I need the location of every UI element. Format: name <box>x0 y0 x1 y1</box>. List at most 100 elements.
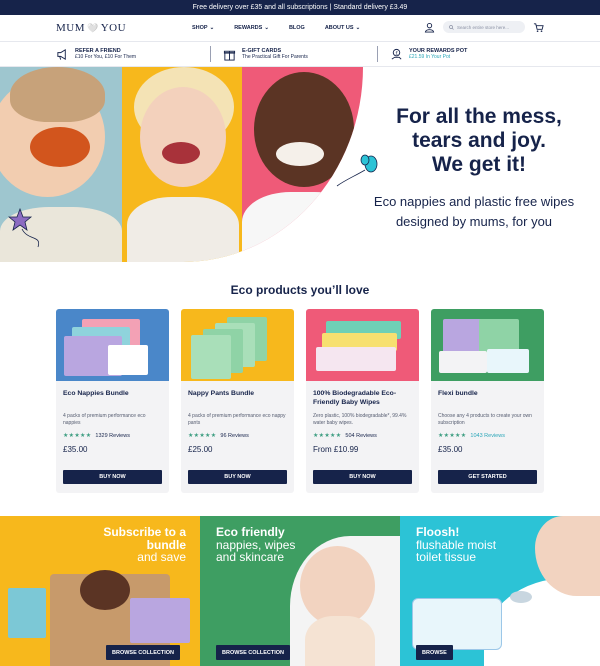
banner-eco-friendly[interactable]: Eco friendly nappies, wipes and skincare… <box>200 516 400 666</box>
products-section-title: Eco products you’ll love <box>230 283 370 297</box>
product-description: Choose any 4 products to create your own… <box>438 413 532 426</box>
product-price: From £10.99 <box>313 445 359 454</box>
buy-now-button[interactable]: BUY NOW <box>63 470 162 484</box>
product-rating[interactable]: ★★★★★ 1329 Reviews <box>63 432 162 440</box>
product-card[interactable]: Eco Nappies Bundle 4 packs of premium pe… <box>56 309 169 493</box>
banner-floosh[interactable]: Floosh! flushable moist toilet tissue BR… <box>400 516 600 666</box>
product-card[interactable]: Flexi bundle Choose any 4 products to cr… <box>431 309 544 493</box>
star-rating-icon: ★★★★★ <box>438 433 467 439</box>
logo[interactable]: MUM 🤍 YOU <box>56 22 176 34</box>
product-name[interactable]: Flexi bundle <box>438 390 537 411</box>
svg-text:£: £ <box>395 50 398 56</box>
nav-item-rewards[interactable]: REWARDS ⌄ <box>234 25 269 31</box>
nav-item-label: REWARDS <box>234 25 263 31</box>
hero-photo-child-2 <box>122 67 242 262</box>
banner-heading-line: Subscribe to a <box>103 525 186 539</box>
product-description: 4 packs of premium performance eco nappy… <box>188 413 286 426</box>
product-card[interactable]: 100% Biodegradable Eco-Friendly Baby Wip… <box>306 309 419 493</box>
product-name[interactable]: 100% Biodegradable Eco-Friendly Baby Wip… <box>313 390 412 411</box>
logo-heart-icon: 🤍 <box>87 22 99 33</box>
cart-icon[interactable] <box>533 22 544 33</box>
product-name[interactable]: Eco Nappies Bundle <box>63 390 162 411</box>
search-placeholder: Search entire store here... <box>457 24 510 30</box>
banner-heading-line: Eco friendly <box>216 525 285 539</box>
banner-heading-line: Floosh! <box>416 525 460 539</box>
promo-subtitle: £21.59 In Your Pot <box>409 54 451 60</box>
product-card[interactable]: Nappy Pants Bundle 4 packs of premium pe… <box>181 309 294 493</box>
review-count: 1043 Reviews <box>470 432 505 439</box>
review-count: 1329 Reviews <box>95 432 130 439</box>
banner-image-pack <box>8 588 46 638</box>
banner-image-flush-button <box>510 591 532 603</box>
promo-subtitle: £10 For You, £10 For Them <box>75 54 137 60</box>
banner-heading: Subscribe to a bundle and save <box>98 526 186 564</box>
hero-banner: For all the mess, tears and joy. We get … <box>0 67 600 262</box>
product-image <box>56 309 169 381</box>
nav-item-label: BLOG <box>288 25 305 31</box>
browse-button[interactable]: BROWSE <box>416 645 453 660</box>
product-name[interactable]: Nappy Pants Bundle <box>188 390 287 411</box>
banner-heading-line: toilet tissue <box>416 550 477 565</box>
product-price: £25.00 <box>188 445 213 454</box>
rewards-pot-icon: £ <box>391 48 402 60</box>
nav-menu: SHOP ⌄ REWARDS ⌄ BLOG ABOUT US ⌄ <box>192 25 360 31</box>
hero-heading-line: tears and joy. <box>412 129 546 153</box>
chevron-down-icon: ⌄ <box>209 25 215 31</box>
promo-e-gift-cards[interactable]: E-GIFT CARDS The Practical Gift For Paren… <box>211 46 378 62</box>
announcement-bar: Free delivery over £35 and all subscript… <box>0 0 600 15</box>
hero-heading: For all the mess, tears and joy. We get … <box>364 105 594 177</box>
promo-strip: REFER A FRIEND £10 For You, £10 For Them … <box>0 41 600 67</box>
buy-now-button[interactable]: BUY NOW <box>313 470 412 484</box>
collection-banners: Subscribe to a bundle and save BROWSE CO… <box>0 516 600 666</box>
banner-image-pack <box>130 598 190 643</box>
product-rating[interactable]: ★★★★★ 1043 Reviews <box>438 432 537 440</box>
product-image <box>431 309 544 381</box>
product-description: 4 packs of premium performance eco nappi… <box>63 413 146 426</box>
banner-image-child <box>80 570 130 610</box>
product-description: Zero plastic, 100% biodegradable*, 99.4%… <box>313 413 407 426</box>
banner-heading-line: and save <box>137 550 186 565</box>
hero-subheading-line: Eco nappies and plastic free wipes <box>373 194 575 209</box>
chevron-down-icon: ⌄ <box>355 25 361 31</box>
product-image <box>181 309 294 381</box>
product-rating[interactable]: ★★★★★ 96 Reviews <box>188 432 287 440</box>
banner-subscribe-bundle[interactable]: Subscribe to a bundle and save BROWSE CO… <box>0 516 200 666</box>
banner-image-pack <box>412 598 502 650</box>
banner-heading-line: and skincare <box>216 550 285 565</box>
promo-rewards-pot[interactable]: £ YOUR REWARDS POT £21.59 In Your Pot <box>378 46 544 62</box>
star-rating-icon: ★★★★★ <box>188 433 217 439</box>
product-image <box>306 309 419 381</box>
nav-item-label: SHOP <box>192 25 208 31</box>
search-input[interactable]: Search entire store here... <box>443 21 525 33</box>
nav-item-blog[interactable]: BLOG <box>289 25 305 31</box>
get-started-button[interactable]: GET STARTED <box>438 470 537 484</box>
nav-item-label: ABOUT US <box>324 25 354 31</box>
product-rating[interactable]: ★★★★★ 504 Reviews <box>313 432 412 440</box>
nav-item-about-us[interactable]: ABOUT US ⌄ <box>325 25 360 31</box>
nav-item-shop[interactable]: SHOP ⌄ <box>192 25 214 31</box>
banner-heading: Floosh! flushable moist toilet tissue <box>416 526 496 564</box>
product-price: £35.00 <box>438 445 463 454</box>
account-icon[interactable] <box>424 22 435 33</box>
chevron-down-icon: ⌄ <box>264 25 269 31</box>
main-nav: MUM 🤍 YOU SHOP ⌄ REWARDS ⌄ BLOG ABOUT US ⌄ … <box>0 15 600 41</box>
hero-image <box>0 67 363 262</box>
star-rating-icon: ★★★★★ <box>63 433 92 439</box>
product-grid: Eco Nappies Bundle 4 packs of premium pe… <box>0 309 600 493</box>
browse-collection-button[interactable]: BROWSE COLLECTION <box>216 645 291 660</box>
star-doodle-icon <box>8 207 40 248</box>
megaphone-icon <box>57 48 66 60</box>
logo-text-left: MUM <box>56 22 86 34</box>
hero-subheading: Eco nappies and plastic free wipes desig… <box>352 192 596 231</box>
browse-collection-button[interactable]: BROWSE COLLECTION <box>106 645 181 660</box>
product-price: £35.00 <box>63 445 88 454</box>
logo-text-right: YOU <box>100 22 127 34</box>
buy-now-button[interactable]: BUY NOW <box>188 470 287 484</box>
nav-actions: Search entire store here... <box>424 21 544 33</box>
banner-image-baby-body <box>305 616 375 666</box>
banner-image-baby <box>300 546 375 626</box>
promo-subtitle: The Practical Gift For Parents <box>242 54 308 60</box>
review-count: 504 Reviews <box>345 432 377 439</box>
banner-heading: Eco friendly nappies, wipes and skincare <box>216 526 295 564</box>
promo-refer-a-friend[interactable]: REFER A FRIEND £10 For You, £10 For Them <box>56 46 211 62</box>
